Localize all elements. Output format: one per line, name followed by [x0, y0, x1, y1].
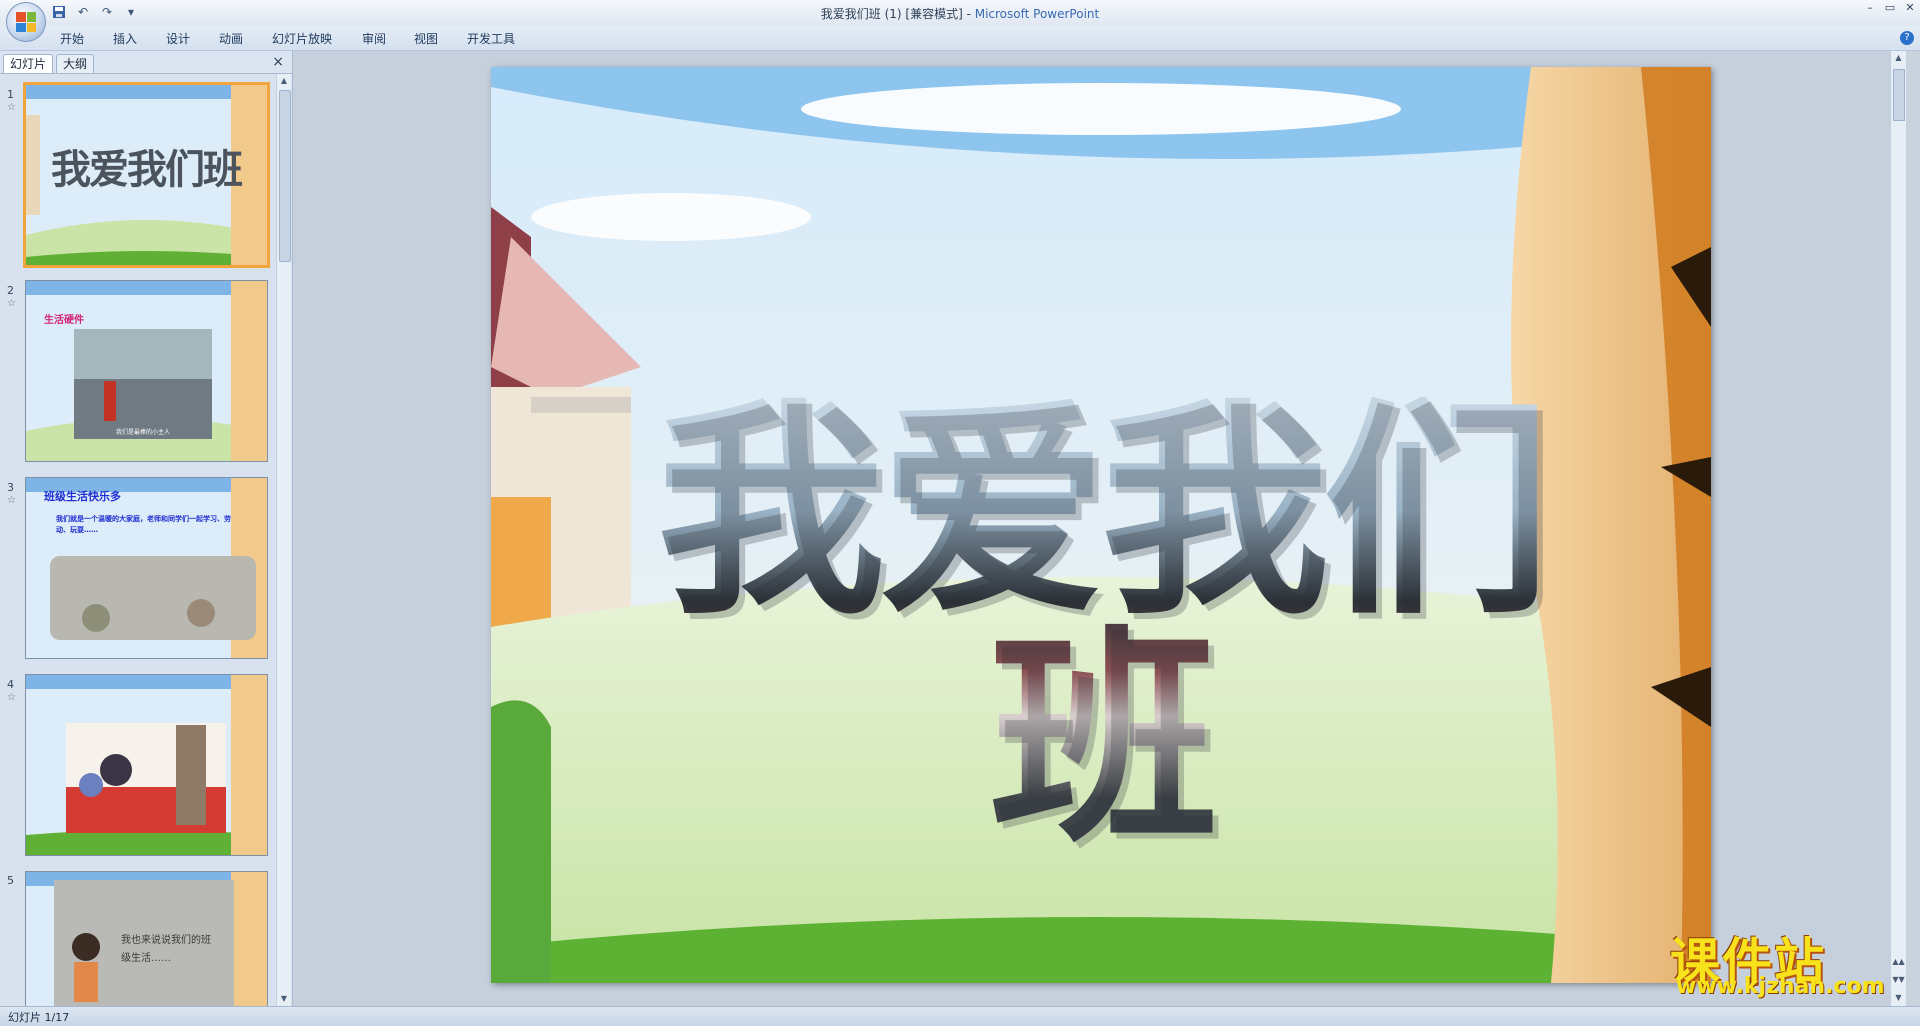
- title-bar: ↶ ↷ ▾ 我爱我们班 (1) [兼容模式] - Microsoft Power…: [0, 0, 1920, 42]
- slide-thumbnail-5[interactable]: 我也来说说我们的班级生活……: [25, 871, 268, 1006]
- office-logo-icon: [16, 12, 36, 32]
- slide-3-body: 我们就是一个温暖的大家庭，老师和同学们一起学习、劳动、玩耍……: [56, 515, 231, 534]
- animation-star-icon: ☆: [7, 495, 16, 506]
- slide-number: 4: [7, 678, 14, 691]
- scroll-up-icon[interactable]: ▲: [1891, 53, 1906, 62]
- slide-indicator: 幻灯片 1/17: [8, 1011, 70, 1024]
- pane-tab-row: 幻灯片 大纲 ×: [0, 51, 292, 74]
- minimize-button[interactable]: –: [1864, 2, 1876, 14]
- slide-scrollbar[interactable]: ▲ ▲▲ ▼▼ ▼: [1890, 51, 1906, 1006]
- slide-title[interactable]: 我爱我们班: [551, 397, 1651, 853]
- app-name: Microsoft PowerPoint: [974, 7, 1100, 21]
- slide-5-body: 我也来说说我们的班级生活……: [121, 935, 211, 964]
- animation-star-icon: ☆: [7, 692, 16, 703]
- watermark-logo: 课件站 www.kjzhan.com: [1670, 922, 1910, 1002]
- status-bar: 幻灯片 1/17: [0, 1006, 1920, 1026]
- slide-3-heading: 班级生活快乐多: [44, 490, 121, 503]
- slide-thumbnail-1[interactable]: 我爱我们班: [23, 82, 270, 268]
- slide-background: [26, 675, 267, 855]
- scroll-thumb[interactable]: [279, 90, 291, 262]
- slides-pane: 幻灯片 大纲 × 1 ☆ 我爱我们班 2 ☆ 生活硬件 我们是最棒的小主人 3 …: [0, 51, 293, 1006]
- animation-star-icon: ☆: [7, 298, 16, 309]
- ribbon-tab-row: 开始 插入 设计 动画 幻灯片放映 审阅 视图 开发工具 ?: [0, 26, 1920, 51]
- scroll-down-icon[interactable]: ▼: [277, 992, 291, 1006]
- animation-star-icon: ☆: [7, 102, 16, 113]
- slide-number: 5: [7, 874, 14, 887]
- window-title: 我爱我们班 (1) [兼容模式] - Microsoft PowerPoint: [0, 5, 1920, 22]
- help-icon[interactable]: ?: [1900, 31, 1914, 45]
- slide-1-title: 我爱我们班: [51, 146, 243, 193]
- slide-2-heading: 生活硬件: [44, 315, 84, 326]
- tab-design[interactable]: 设计: [166, 30, 190, 47]
- tab-insert[interactable]: 插入: [113, 30, 137, 47]
- close-button[interactable]: ✕: [1904, 2, 1916, 14]
- tab-slideshow[interactable]: 幻灯片放映: [272, 30, 332, 47]
- scroll-up-icon[interactable]: ▲: [277, 74, 291, 88]
- slide-thumbnail-2[interactable]: 生活硬件 我们是最棒的小主人: [25, 280, 268, 462]
- maximize-button[interactable]: ▭: [1884, 2, 1896, 14]
- current-slide[interactable]: 我爱我们班: [491, 67, 1711, 983]
- tab-outline[interactable]: 大纲: [56, 54, 95, 73]
- tab-animations[interactable]: 动画: [219, 30, 243, 47]
- slide-editor: 我爱我们班 ▲ ▲▲ ▼▼ ▼: [293, 51, 1906, 1006]
- document-title: 我爱我们班 (1) [兼容模式] -: [820, 7, 975, 21]
- watermark-url: www.kjzhan.com: [1676, 974, 1885, 999]
- slide-thumbnail-3[interactable]: 班级生活快乐多 我们就是一个温暖的大家庭，老师和同学们一起学习、劳动、玩耍……: [25, 477, 268, 659]
- scroll-thumb[interactable]: [1893, 69, 1905, 121]
- slide-thumbnail-4[interactable]: [25, 674, 268, 856]
- close-pane-icon[interactable]: ×: [272, 54, 284, 70]
- slide-2-caption: 我们是最棒的小主人: [116, 429, 171, 436]
- tab-home[interactable]: 开始: [60, 30, 84, 47]
- tab-developer[interactable]: 开发工具: [467, 30, 515, 47]
- office-button[interactable]: [6, 2, 46, 42]
- slide-number: 1: [7, 88, 14, 101]
- window-controls: – ▭ ✕: [1864, 2, 1916, 14]
- thumbnail-scrollbar[interactable]: ▲ ▼: [276, 74, 291, 1006]
- slide-number: 2: [7, 284, 14, 297]
- tab-slides[interactable]: 幻灯片: [3, 54, 54, 73]
- slide-thumbnails: 1 ☆ 我爱我们班 2 ☆ 生活硬件 我们是最棒的小主人 3 ☆ 班级生活快乐多…: [0, 74, 274, 1006]
- slide-background: [26, 478, 267, 658]
- tab-view[interactable]: 视图: [414, 30, 438, 47]
- slide-number: 3: [7, 481, 14, 494]
- tab-review[interactable]: 审阅: [362, 30, 386, 47]
